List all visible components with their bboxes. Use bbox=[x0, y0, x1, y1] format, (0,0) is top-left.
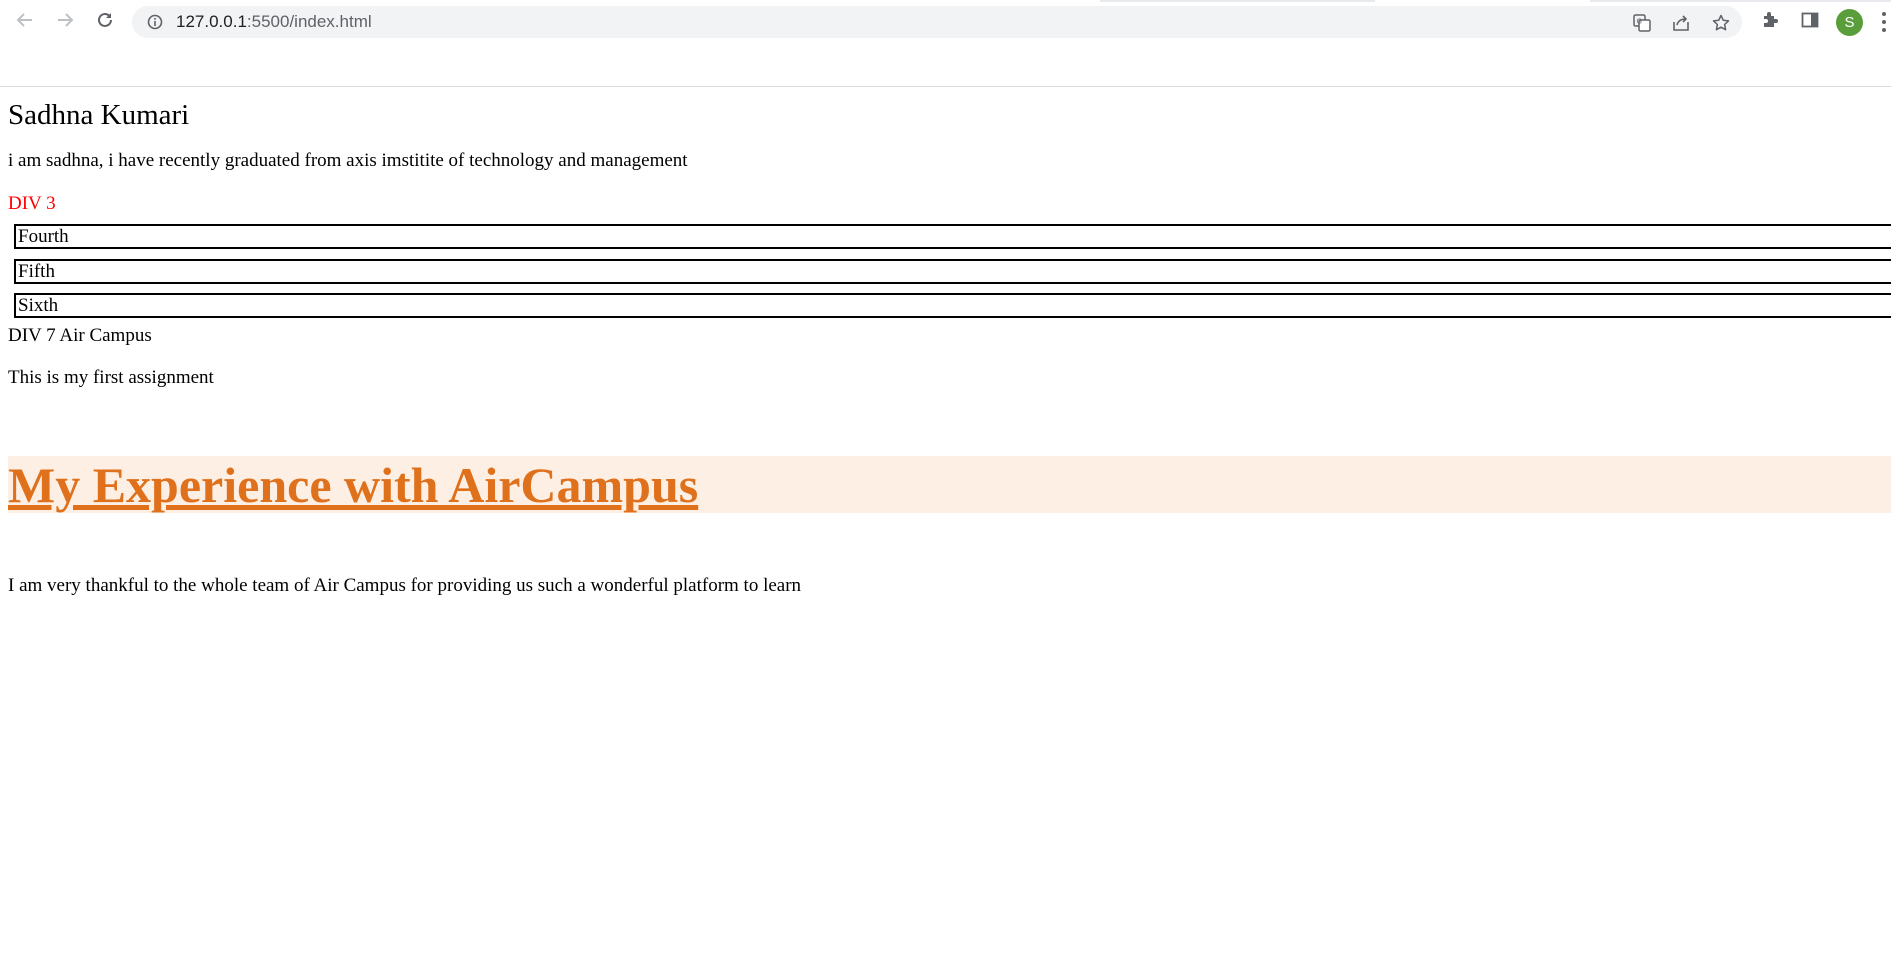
toolbar-divider bbox=[0, 86, 1891, 87]
side-panel-button[interactable] bbox=[1799, 9, 1821, 31]
forward-button[interactable] bbox=[52, 7, 78, 33]
assignment-text: This is my first assignment bbox=[8, 367, 214, 388]
div3-label: DIV 3 bbox=[8, 193, 56, 214]
share-icon bbox=[1673, 15, 1689, 31]
svg-text:G: G bbox=[1637, 18, 1642, 26]
browser-menu-button[interactable] bbox=[1882, 12, 1891, 32]
url-host: 127.0.0.1 bbox=[176, 12, 247, 31]
bookmark-button[interactable] bbox=[1710, 12, 1732, 34]
reload-icon bbox=[98, 12, 112, 27]
menu-dot-icon bbox=[1882, 20, 1886, 24]
div7-text: DIV 7 Air Campus bbox=[8, 325, 152, 346]
back-button[interactable] bbox=[12, 7, 38, 33]
site-info-icon[interactable] bbox=[147, 14, 163, 30]
browser-toolbar: 127.0.0.1:5500/index.html G S bbox=[0, 0, 1891, 40]
profile-avatar[interactable]: S bbox=[1836, 9, 1863, 36]
bordered-box-sixth: Sixth bbox=[14, 293, 1891, 318]
translate-button[interactable]: G bbox=[1631, 12, 1653, 34]
reload-button[interactable] bbox=[92, 7, 118, 33]
share-button[interactable] bbox=[1670, 12, 1692, 34]
menu-dot-icon bbox=[1882, 28, 1886, 32]
experience-heading: My Experience with AirCampus bbox=[8, 457, 699, 513]
back-arrow-icon bbox=[16, 13, 32, 27]
translate-icon: G bbox=[1633, 14, 1651, 32]
extensions-button[interactable] bbox=[1759, 9, 1781, 31]
bordered-box-fourth: Fourth bbox=[14, 224, 1891, 249]
forward-arrow-icon bbox=[58, 13, 74, 27]
url-text: 127.0.0.1:5500/index.html bbox=[176, 12, 372, 32]
star-icon bbox=[1712, 14, 1730, 31]
puzzle-icon bbox=[1764, 12, 1778, 27]
address-bar[interactable]: 127.0.0.1:5500/index.html G bbox=[132, 6, 1742, 38]
url-path: :5500/index.html bbox=[246, 12, 372, 31]
intro-paragraph: i am sadhna, i have recently graduated f… bbox=[8, 150, 688, 171]
bordered-box-fifth: Fifth bbox=[14, 259, 1891, 284]
side-panel-icon bbox=[1801, 12, 1819, 28]
page-title: Sadhna Kumari bbox=[8, 99, 190, 131]
tab-strip-remnant bbox=[0, 0, 1891, 2]
menu-dot-icon bbox=[1882, 12, 1886, 16]
thanks-paragraph: I am very thankful to the whole team of … bbox=[8, 575, 802, 596]
